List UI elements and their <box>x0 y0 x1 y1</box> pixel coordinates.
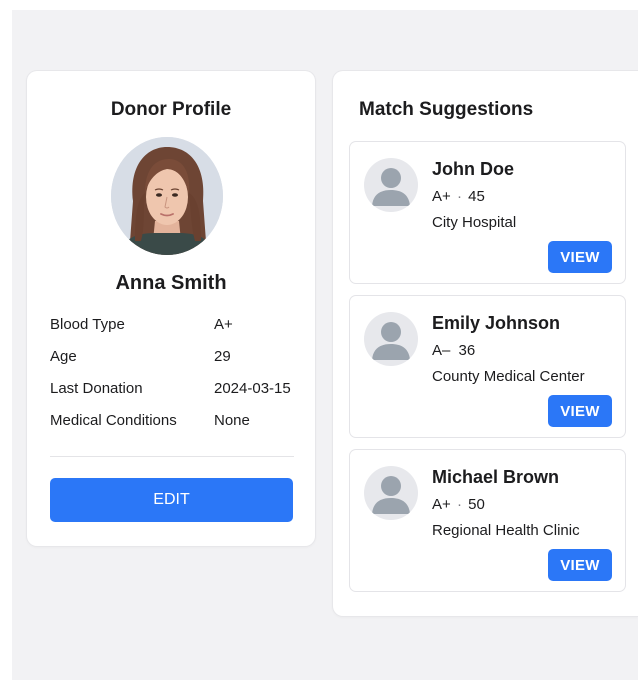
match-item: Michael Brown A+ · 50 Regional Health Cl… <box>350 450 625 591</box>
match-suggestions-title: Match Suggestions <box>359 99 534 120</box>
match-suggestions-card: Match Suggestions John Doe A+ · 45 City … <box>333 71 638 616</box>
match-item: John Doe A+ · 45 City Hospital VIEW <box>350 142 625 283</box>
donor-photo <box>111 137 223 255</box>
meta-separator: · <box>456 188 462 205</box>
donor-profile-title: Donor Profile <box>110 99 232 120</box>
field-label: Last Donation <box>50 380 143 397</box>
match-location: County Medical Center <box>432 368 585 385</box>
field-blood-type: Blood Type A+ <box>50 316 307 338</box>
match-meta: A+ · 50 <box>432 496 485 513</box>
match-name: Emily Johnson <box>432 313 561 333</box>
field-value: None <box>214 412 250 429</box>
field-label: Age <box>50 348 77 365</box>
match-location: Regional Health Clinic <box>432 522 580 539</box>
match-age: 36 <box>458 342 476 359</box>
match-blood-type: A+ <box>432 188 451 205</box>
match-age: 45 <box>468 188 485 205</box>
field-value: 29 <box>214 348 231 365</box>
match-location: City Hospital <box>432 214 517 231</box>
view-button[interactable]: VIEW <box>548 241 612 273</box>
view-button[interactable]: VIEW <box>548 549 612 581</box>
match-age: 50 <box>468 496 485 513</box>
match-item: Emily Johnson A– 36 County Medical Cente… <box>350 296 625 437</box>
edit-button[interactable]: EDIT <box>50 478 293 522</box>
field-label: Medical Conditions <box>50 412 177 429</box>
field-last-donation: Last Donation 2024-03-15 <box>50 380 307 402</box>
match-blood-type: A+ <box>432 496 451 513</box>
field-medical-conditions: Medical Conditions None <box>50 412 307 434</box>
person-silhouette-icon <box>364 158 418 212</box>
person-silhouette-icon <box>364 466 418 520</box>
meta-separator: · <box>456 496 462 513</box>
match-blood-type: A– <box>432 342 451 359</box>
donor-profile-card: Donor Profile Anna Smith Blood Type A+ A… <box>27 71 315 546</box>
donor-name: Anna Smith <box>115 272 227 294</box>
view-button[interactable]: VIEW <box>548 395 612 427</box>
match-name: John Doe <box>432 159 515 179</box>
divider <box>50 456 294 457</box>
field-value: A+ <box>214 316 233 333</box>
match-name: Michael Brown <box>432 467 560 487</box>
field-label: Blood Type <box>50 316 125 333</box>
match-meta: A– 36 <box>432 342 475 359</box>
match-meta: A+ · 45 <box>432 188 485 205</box>
person-silhouette-icon <box>364 312 418 366</box>
field-age: Age 29 <box>50 348 307 370</box>
field-value: 2024-03-15 <box>214 380 291 397</box>
